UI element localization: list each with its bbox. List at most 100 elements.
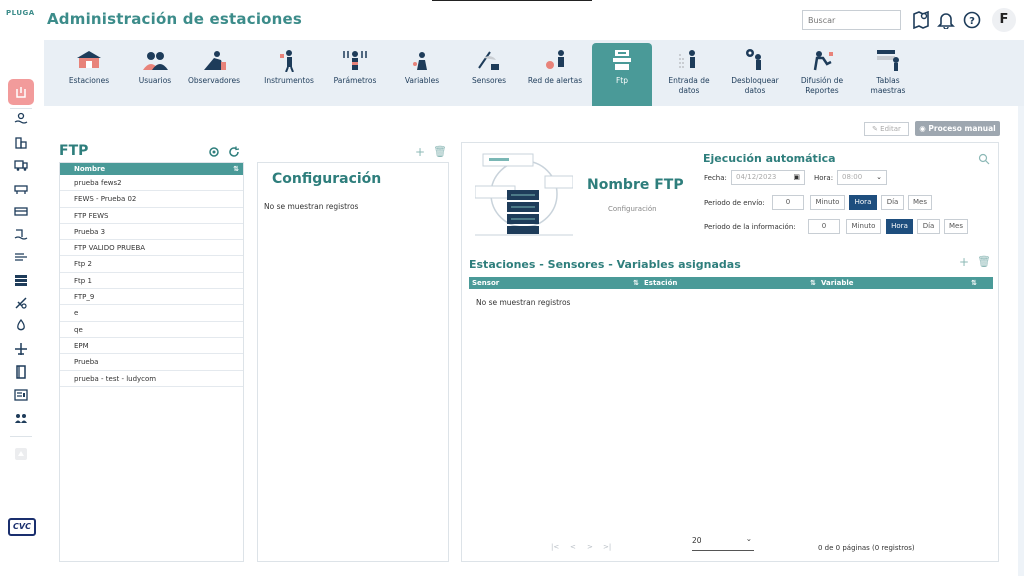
waves-icon[interactable] [10,108,32,130]
help-icon[interactable]: ? [961,9,983,31]
router-icon[interactable] [10,177,32,199]
list-item[interactable]: FTP VALIDO PRUEBA [60,240,243,257]
fecha-input[interactable]: 04/12/2023 ▣ [731,170,805,185]
buildings-icon[interactable] [10,131,32,153]
sidebar-divider [10,436,32,437]
report-icon[interactable] [10,384,32,406]
ftp-list-title: FTP [59,143,89,159]
first-page-icon[interactable]: |< [551,543,559,551]
truck-icon[interactable] [10,154,32,176]
periodo-info-input[interactable]: 0 [808,219,840,234]
app-logo[interactable]: PLUGA [6,9,35,17]
list-item[interactable]: FEWS - Prueba 02 [60,191,243,208]
periodo-envio-input[interactable]: 0 [772,195,804,210]
column-header-sensor[interactable]: Sensor [472,277,499,289]
info-hora-button[interactable]: Hora [886,219,913,234]
envio-minuto-button[interactable]: Minuto [810,195,845,210]
prev-page-icon[interactable]: < [570,543,576,551]
sort-icon[interactable]: ⇅ [633,277,639,289]
add-icon[interactable]: + [415,145,425,159]
list-item[interactable]: Ftp 2 [60,256,243,273]
search-icon[interactable] [978,150,990,165]
plane-icon[interactable] [10,338,32,360]
sort-icon[interactable]: ⇅ [810,277,816,289]
top-bar: PLUGA Administración de estaciones ? F [0,0,1024,40]
add-icon[interactable]: + [959,255,969,269]
page-size-value: 20 [692,536,702,545]
column-header-nombre[interactable]: Nombre ⇅ [60,163,243,175]
page-size-select[interactable]: 20 ⌄ [692,534,754,551]
refresh-icon[interactable] [228,146,240,158]
next-page-icon[interactable]: > [587,543,593,551]
manual-process-label: Proceso manual [928,124,996,133]
info-mes-button[interactable]: Mes [944,219,968,234]
auto-exec-title: Ejecución automática [703,152,836,165]
search-input[interactable] [802,10,901,30]
edit-button[interactable]: ✎ Editar [864,122,909,136]
trash-icon[interactable]: 🗑 [977,255,991,268]
module-red-alertas[interactable]: Red de alertas [522,46,588,104]
info-minuto-button[interactable]: Minuto [846,219,881,234]
sort-icon[interactable]: ⇅ [971,277,977,289]
wind-icon[interactable] [10,246,32,268]
list-item[interactable]: FTP_9 [60,289,243,306]
avatar[interactable]: F [992,8,1016,32]
list-item[interactable]: Prueba 3 [60,224,243,241]
config-empty-text: No se muestran registros [264,202,359,211]
users-icon [138,46,172,74]
manual-process-button[interactable]: ◉ Proceso manual [915,121,1000,136]
upload-icon[interactable] [10,443,32,465]
module-estaciones[interactable]: Estaciones [64,46,114,104]
list-item[interactable]: Ftp 1 [60,273,243,290]
sensor-icon [472,46,506,74]
satellite-icon[interactable] [10,292,32,314]
column-header-variable[interactable]: Variable [821,277,854,289]
settings-icon[interactable] [208,146,220,158]
module-entrada-datos[interactable]: Entrada de datos [660,46,718,104]
map-icon[interactable] [910,9,932,31]
info-dia-button[interactable]: Día [917,219,940,234]
flood-icon[interactable] [10,223,32,245]
envio-mes-button[interactable]: Mes [908,195,932,210]
module-nav: Estaciones Usuarios Observadores Instrum… [44,40,1024,106]
drop-icon[interactable] [8,79,34,105]
list-item[interactable]: qe [60,322,243,338]
envio-hora-button[interactable]: Hora [849,195,877,210]
module-variables[interactable]: Variables [398,46,446,104]
stack-icon[interactable] [10,269,32,291]
module-instrumentos[interactable]: Instrumentos [260,46,318,104]
ftp-server-illustration [474,150,574,236]
list-item[interactable]: FTP FEWS [60,208,243,224]
station-icon[interactable] [10,200,32,222]
svg-text:?: ? [969,16,975,27]
last-page-icon[interactable]: >| [603,543,611,551]
list-item[interactable]: EPM [60,338,243,355]
module-desbloquear-datos[interactable]: Desbloquear datos [724,46,786,104]
observer-icon [197,46,231,74]
list-item[interactable]: Prueba [60,354,243,371]
module-observadores[interactable]: Observadores [178,46,250,104]
ftp-rows: prueba fews2 FEWS - Prueba 02 FTP FEWS Prue… [60,175,243,387]
module-ftp[interactable]: Ftp [592,43,652,106]
config-title: Configuración [272,171,382,187]
trash-icon[interactable]: 🗑 [433,145,447,158]
column-header-estacion[interactable]: Estación [644,277,677,289]
list-item[interactable]: e [60,305,243,322]
module-difusion-reportes[interactable]: Difusión de Reportes [792,46,852,104]
list-item[interactable]: prueba - test - ludycom [60,371,243,387]
module-tablas-maestras[interactable]: Tablas maestras [862,46,914,104]
bell-icon[interactable] [935,9,957,31]
book-icon[interactable] [10,361,32,383]
people-icon[interactable] [10,407,32,429]
module-sensores[interactable]: Sensores [464,46,514,104]
ftp-subtitle: Configuración [608,205,657,213]
calendar-icon[interactable]: ▣ [793,171,800,184]
sort-icon[interactable]: ⇅ [233,163,239,175]
list-item[interactable]: prueba fews2 [60,175,243,192]
fire-icon[interactable] [10,315,32,337]
hora-select[interactable]: 08:00 ⌄ [837,170,887,185]
module-usuarios[interactable]: Usuarios [130,46,180,104]
envio-dia-button[interactable]: Día [881,195,904,210]
config-panel [257,162,449,562]
module-parametros[interactable]: Parámetros [330,46,380,104]
